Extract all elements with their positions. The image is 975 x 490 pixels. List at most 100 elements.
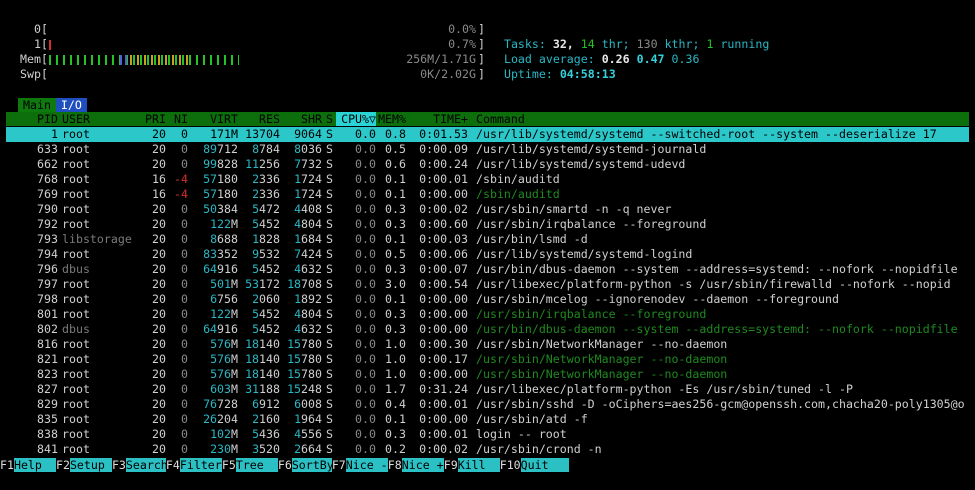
swp-meter: Swp [ 0K/2.02G ] — [0, 67, 485, 82]
cell-pri: 20 — [152, 352, 166, 366]
fkey-f3: F3 — [111, 458, 126, 472]
cell-ni: -4 — [174, 187, 188, 201]
cell-s: S — [326, 187, 333, 201]
cell-virt: 99828 — [203, 157, 238, 171]
process-row[interactable]: 769 root 16 -4 57180 2336 1724 S 0.0 0.1 0:00.00/s… — [6, 187, 969, 202]
process-row[interactable]: 792 root 20 0 122M 5452 4804 S 0.0 0.3 0:00.60/usr… — [6, 217, 969, 232]
process-row[interactable]: 790 root 20 0 50384 5472 4408 S 0.0 0.3 0:00.02/us… — [6, 202, 969, 217]
process-row[interactable]: 768 root 16 -4 57180 2336 1724 S 0.0 0.1 0:00.01/s… — [6, 172, 969, 187]
footer-action-search[interactable]: Search — [125, 458, 168, 472]
footer-action-quit[interactable]: Quit — [520, 458, 569, 472]
cell-cmd: /sbin/auditd — [476, 172, 560, 186]
cell-ni: 0 — [181, 382, 188, 396]
cell-shr: 9064 — [294, 127, 322, 141]
process-row[interactable]: 829 root 20 0 76728 6912 6008 S 0.0 0.4 0:00.01/us… — [6, 397, 969, 412]
footer-action-setup[interactable]: Setup — [69, 458, 112, 472]
column-pri[interactable]: PRI — [134, 112, 166, 126]
column-cpu-sorted[interactable]: CPU%▽ — [336, 112, 376, 126]
cell-pri: 20 — [152, 127, 166, 141]
tab-main[interactable]: Main — [18, 98, 56, 112]
cell-ni: 0 — [181, 232, 188, 246]
process-row[interactable]: 796 dbus 20 0 64916 5452 4632 S 0.0 0.3 0:00.07/us… — [6, 262, 969, 277]
column-command[interactable]: Command — [476, 112, 525, 126]
process-row[interactable]: 827 root 20 0 603M 31188 15248 S 0.0 1.7 0:31.24/u… — [6, 382, 969, 397]
cell-ni: 0 — [181, 217, 188, 231]
tab-io[interactable]: I/O — [55, 98, 87, 112]
cell-virt: 50384 — [203, 202, 238, 216]
footer-action-tree[interactable]: Tree — [235, 458, 278, 472]
cell-cpu: 0.0 — [355, 247, 376, 261]
process-row[interactable]: 662 root 20 0 99828 11256 7732 S 0.0 0.6 0:00.24/u… — [6, 157, 969, 172]
process-row[interactable]: 835 root 20 0 26204 2160 1964 S 0.0 0.1 0:00.00/us… — [6, 412, 969, 427]
process-row[interactable]: 801 root 20 0 122M 5452 4804 S 0.0 0.3 0:00.00/usr… — [6, 307, 969, 322]
footer-action-nice[interactable]: Nice + — [401, 458, 444, 472]
process-row[interactable]: 794 root 20 0 83352 9532 7424 S 0.0 0.5 0:00.06/us… — [6, 247, 969, 262]
cell-ni: 0 — [181, 247, 188, 261]
column-pid[interactable]: PID — [6, 112, 58, 126]
cell-pri: 20 — [152, 247, 166, 261]
footer-action-kill[interactable]: Kill — [457, 458, 500, 472]
swp-bracket-close: ] — [478, 67, 485, 81]
cell-shr: 15248 — [287, 382, 322, 396]
cell-mem: 0.4 — [385, 397, 406, 411]
cell-s: S — [326, 292, 333, 306]
cell-time: 0:00.00 — [419, 307, 468, 321]
process-row[interactable]: 793 libstorage 20 0 8688 1828 1684 S 0.0 0.1 0:00.… — [6, 232, 969, 247]
cell-pid: 823 — [37, 367, 58, 381]
cell-time: 0:00.00 — [419, 367, 468, 381]
process-row[interactable]: 797 root 20 0 501M 53172 18708 S 0.0 3.0 0:00.54/u… — [6, 277, 969, 292]
process-row[interactable]: 841 root 20 0 230M 3520 2664 S 0.0 0.2 0:00.02/usr… — [6, 442, 969, 457]
cell-cpu: 0.0 — [355, 337, 376, 351]
cell-shr: 4408 — [294, 202, 322, 216]
cell-s: S — [326, 232, 333, 246]
cell-res: 3520 — [252, 442, 280, 456]
cell-ni: 0 — [181, 307, 188, 321]
cell-virt: 89712 — [203, 142, 238, 156]
process-row[interactable]: 802 dbus 20 0 64916 5452 4632 S 0.0 0.3 0:00.00/us… — [6, 322, 969, 337]
fkey-f5: F5 — [221, 458, 236, 472]
cell-time: 0:01.53 — [419, 127, 468, 141]
cell-virt: 171M — [210, 127, 238, 141]
cell-time: 0:00.07 — [419, 262, 468, 276]
cell-pri: 20 — [152, 142, 166, 156]
cell-s: S — [326, 427, 333, 441]
process-row[interactable]: 633 root 20 0 89712 8784 8036 S 0.0 0.5 0:00.09/us… — [6, 142, 969, 157]
cell-cmd: /usr/lib/systemd/systemd --switched-root… — [476, 127, 937, 141]
cell-cmd: /usr/lib/systemd/systemd-logind — [476, 247, 693, 261]
process-row[interactable]: 798 root 20 0 6756 2060 1892 S 0.0 0.1 0:00.00/usr… — [6, 292, 969, 307]
footer-action-sortby[interactable]: SortBy — [291, 458, 334, 472]
column-shr[interactable]: SHR — [280, 112, 322, 126]
process-row[interactable]: 816 root 20 0 576M 18140 15780 S 0.0 1.0 0:00.30/u… — [6, 337, 969, 352]
screen-tabs: Main I/O — [18, 98, 87, 112]
footer-action-help[interactable]: Help — [13, 458, 56, 472]
column-virt[interactable]: VIRT — [188, 112, 238, 126]
cell-shr: 4556 — [294, 427, 322, 441]
column-ni[interactable]: NI — [166, 112, 188, 126]
cell-mem: 0.3 — [385, 202, 406, 216]
mem-buffers-bar — [120, 55, 130, 65]
cell-shr: 15780 — [287, 367, 322, 381]
process-row[interactable]: 838 root 20 0 102M 5436 4556 S 0.0 0.3 0:00.01 logi… — [6, 427, 969, 442]
cell-pri: 20 — [152, 412, 166, 426]
cell-res: 8784 — [252, 142, 280, 156]
cell-cpu: 0.0 — [355, 187, 376, 201]
cell-time: 0:00.01 — [419, 427, 468, 441]
cell-mem: 0.1 — [385, 292, 406, 306]
cell-time: 0:00.03 — [419, 232, 468, 246]
cell-mem: 0.1 — [385, 412, 406, 426]
cell-mem: 0.3 — [385, 307, 406, 321]
column-res[interactable]: RES — [238, 112, 280, 126]
column-mem[interactable]: MEM% — [376, 112, 406, 126]
cell-shr: 1724 — [294, 187, 322, 201]
column-user[interactable]: USER — [62, 112, 90, 126]
cpu1-usage-bar — [49, 40, 51, 50]
process-row[interactable]: 1 root 20 0 171M 13704 9064 S 0.0 0.8 0:01.53/usr/… — [6, 127, 969, 142]
process-row[interactable]: 823 root 20 0 576M 18140 15780 S 0.0 1.0 0:00.00/u… — [6, 367, 969, 382]
footer-action-nice[interactable]: Nice - — [345, 458, 388, 472]
footer-action-filter[interactable]: Filter — [179, 458, 222, 472]
cell-cmd: /usr/sbin/sshd -D -oCiphers=aes256-gcm@o… — [476, 397, 965, 411]
column-time[interactable]: TIME+ — [406, 112, 468, 126]
cell-res: 5472 — [252, 202, 280, 216]
process-row[interactable]: 821 root 20 0 576M 18140 15780 S 0.0 1.0 0:00.17/u… — [6, 352, 969, 367]
column-state[interactable]: S — [326, 112, 333, 126]
